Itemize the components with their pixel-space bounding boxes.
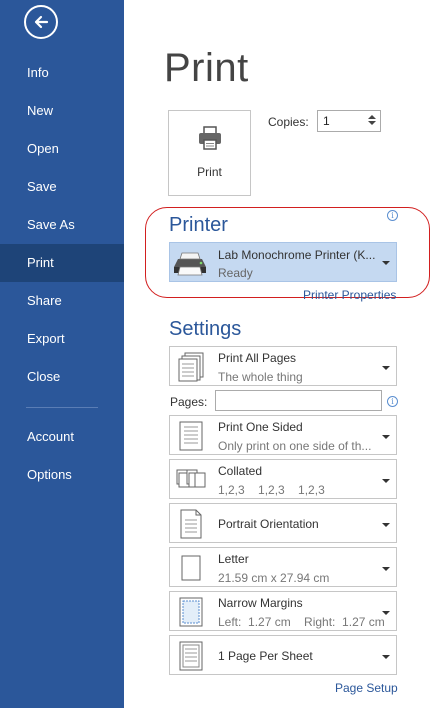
chevron-down-icon: [382, 611, 390, 615]
paper-size-icon: [181, 555, 201, 581]
backstage-sidebar: Info New Open Save Save As Print Share E…: [0, 0, 124, 708]
chevron-down-icon: [382, 366, 390, 370]
margins-icon: [179, 597, 203, 627]
copies-label: Copies:: [268, 115, 309, 129]
back-arrow-icon: [34, 15, 49, 29]
print-button-label: Print: [197, 165, 222, 179]
chevron-down-icon: [382, 261, 390, 265]
printer-section-title: Printer: [169, 214, 228, 236]
pages-per-sheet-icon: [179, 641, 203, 671]
printer-device-icon: [174, 252, 206, 276]
one-sided-icon: [179, 421, 203, 451]
copies-spin-buttons[interactable]: [367, 113, 377, 129]
spin-up-icon[interactable]: [368, 115, 376, 119]
page-title: Print: [164, 46, 249, 90]
copies-value: 1: [323, 114, 330, 128]
nav-item-open[interactable]: Open: [0, 130, 124, 168]
page-setup-link[interactable]: Page Setup: [335, 681, 398, 695]
margins-desc: Left: 1.27 cm Right: 1.27 cm: [218, 615, 385, 629]
spin-down-icon[interactable]: [368, 121, 376, 125]
orientation-label: Portrait Orientation: [218, 517, 319, 531]
printer-properties-link[interactable]: Printer Properties: [303, 288, 396, 302]
portrait-icon: [180, 509, 202, 539]
paper-size-label: Letter: [218, 552, 249, 566]
chevron-down-icon: [382, 655, 390, 659]
pages-info-icon[interactable]: i: [387, 396, 398, 407]
nav-item-share[interactable]: Share: [0, 282, 124, 320]
margins-dropdown[interactable]: Narrow Margins Left: 1.27 cm Right: 1.27…: [169, 591, 397, 631]
nav-item-options[interactable]: Options: [0, 456, 124, 494]
nav-item-new[interactable]: New: [0, 92, 124, 130]
back-button[interactable]: [24, 5, 58, 39]
collation-dropdown[interactable]: Collated 1,2,3 1,2,3 1,2,3: [169, 459, 397, 499]
margins-label: Narrow Margins: [218, 596, 303, 610]
nav-item-close[interactable]: Close: [0, 358, 124, 396]
printer-dropdown[interactable]: Lab Monochrome Printer (K... Ready: [169, 242, 397, 282]
nav-item-info[interactable]: Info: [0, 54, 124, 92]
sides-dropdown[interactable]: Print One Sided Only print on one side o…: [169, 415, 397, 455]
print-range-dropdown[interactable]: Print All Pages The whole thing: [169, 346, 397, 386]
chevron-down-icon: [382, 523, 390, 527]
pages-per-sheet-dropdown[interactable]: 1 Page Per Sheet: [169, 635, 397, 675]
settings-section-title: Settings: [169, 318, 242, 340]
print-range-label: Print All Pages: [218, 351, 297, 365]
collation-desc: 1,2,3 1,2,3 1,2,3: [218, 483, 325, 497]
orientation-dropdown[interactable]: Portrait Orientation: [169, 503, 397, 543]
nav-item-account[interactable]: Account: [0, 418, 124, 456]
chevron-down-icon: [382, 435, 390, 439]
collated-icon: [176, 469, 206, 488]
printer-icon: [199, 126, 221, 150]
copies-spinner[interactable]: 1: [317, 110, 381, 132]
print-button[interactable]: Print: [168, 110, 251, 196]
nav-divider: [26, 407, 98, 408]
nav-item-save[interactable]: Save: [0, 168, 124, 206]
pages-icon: [178, 352, 204, 382]
nav-item-export[interactable]: Export: [0, 320, 124, 358]
pages-input[interactable]: [215, 390, 382, 411]
paper-size-desc: 21.59 cm x 27.94 cm: [218, 571, 330, 585]
printer-status: Ready: [218, 266, 253, 280]
nav-item-save-as[interactable]: Save As: [0, 206, 124, 244]
paper-size-dropdown[interactable]: Letter 21.59 cm x 27.94 cm: [169, 547, 397, 587]
printer-info-icon[interactable]: i: [387, 210, 398, 221]
sides-desc: Only print on one side of th...: [218, 439, 372, 453]
printer-name: Lab Monochrome Printer (K...: [218, 248, 376, 262]
chevron-down-icon: [382, 479, 390, 483]
sides-label: Print One Sided: [218, 420, 303, 434]
pages-label: Pages:: [170, 395, 208, 409]
pages-per-sheet-label: 1 Page Per Sheet: [218, 649, 313, 663]
print-range-desc: The whole thing: [218, 370, 303, 384]
collation-label: Collated: [218, 464, 263, 478]
chevron-down-icon: [382, 567, 390, 571]
nav-item-print[interactable]: Print: [0, 244, 124, 282]
